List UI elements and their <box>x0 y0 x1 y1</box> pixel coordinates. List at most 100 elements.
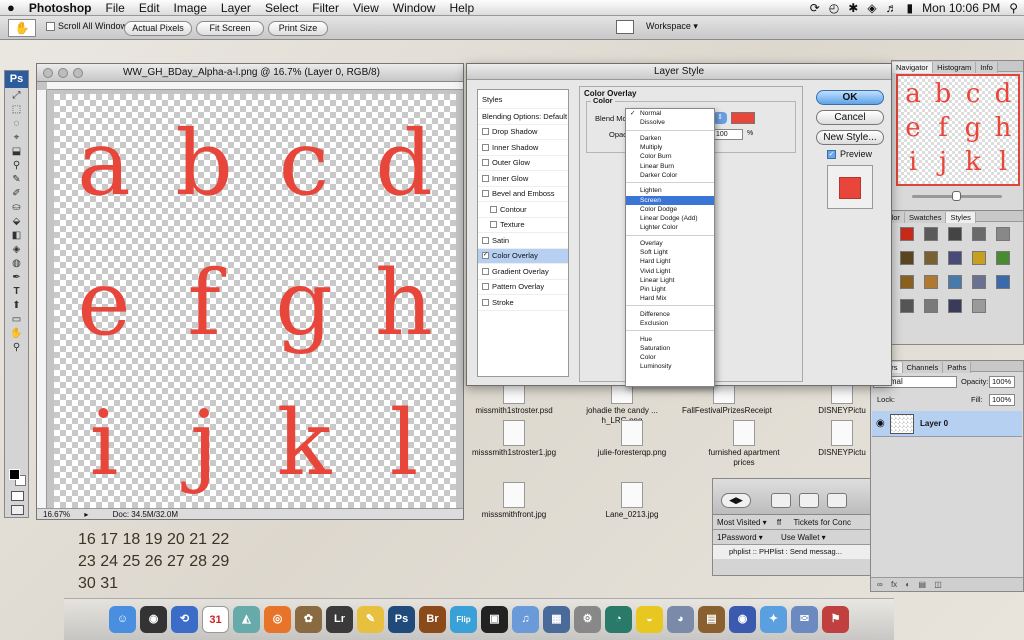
status-arrow-icon[interactable]: ▸ <box>84 510 88 519</box>
app-menu[interactable]: Photoshop <box>22 0 99 16</box>
clone-stamp-tool-icon[interactable]: ⛀ <box>8 201 25 214</box>
menu-edit[interactable]: Edit <box>132 0 167 16</box>
itunes-icon[interactable]: ♫ <box>512 606 539 633</box>
imovie-icon[interactable]: ▣ <box>481 606 508 633</box>
safari-tab[interactable]: phplist :: PHPlist : Send messag... <box>713 545 871 559</box>
blend-color-dodge[interactable]: Color Dodge <box>626 205 714 214</box>
effect-inner-glow[interactable]: Inner Glow <box>478 171 568 187</box>
close-icon[interactable] <box>43 68 53 78</box>
effect-checkbox[interactable] <box>482 174 489 182</box>
bridge-icon[interactable]: Br <box>419 606 446 633</box>
effect-bevel-emboss[interactable]: Bevel and Emboss <box>478 187 568 202</box>
style-swatch[interactable] <box>924 299 938 313</box>
onepassword-button[interactable]: 1Password ▾ <box>717 533 763 542</box>
overlay-color-swatch[interactable] <box>731 112 755 124</box>
mail-icon[interactable]: ✉ <box>791 606 818 633</box>
wallet-button[interactable]: Use Wallet ▾ <box>781 533 826 542</box>
desktop-file[interactable]: furnished apartment prices <box>702 420 786 468</box>
lasso-tool-icon[interactable]: ◌ <box>8 117 25 130</box>
effect-checkbox[interactable] <box>482 283 489 291</box>
canvas[interactable]: a b c d e f g h i j k l <box>54 94 456 508</box>
eraser-tool-icon[interactable]: ◧ <box>8 229 25 242</box>
style-swatch[interactable] <box>900 251 914 265</box>
menu-select[interactable]: Select <box>258 0 305 16</box>
style-swatch[interactable] <box>972 275 986 289</box>
effect-checkbox[interactable] <box>482 298 489 306</box>
preview-icon[interactable]: ◭ <box>233 606 260 633</box>
blend-mode-select[interactable]: ⇕ <box>713 112 727 124</box>
blend-darker-color[interactable]: Darker Color <box>626 171 714 180</box>
effect-checkbox[interactable] <box>482 143 489 151</box>
layer-fill-input[interactable]: 100% <box>989 394 1015 406</box>
style-swatch[interactable] <box>900 227 914 241</box>
ok-button[interactable]: OK <box>816 90 884 105</box>
iphoto-icon[interactable]: ✿ <box>295 606 322 633</box>
blend-darken[interactable]: Darken <box>626 134 714 143</box>
hand-tool-icon[interactable]: ✋ <box>8 327 25 340</box>
new-style-button[interactable]: New Style... <box>816 130 884 145</box>
mask-icon[interactable]: ◐ <box>905 580 910 589</box>
horizontal-ruler[interactable] <box>47 82 463 90</box>
effect-inner-shadow[interactable]: Inner Shadow <box>478 140 568 156</box>
zoom-icon[interactable] <box>73 68 83 78</box>
folder-icon[interactable]: ▤ <box>918 580 926 589</box>
effect-checkbox[interactable] <box>482 190 489 198</box>
monitor-icon[interactable] <box>616 20 634 34</box>
finder-icon[interactable]: ☺ <box>109 606 136 633</box>
most-visited[interactable]: Most Visited ▾ <box>717 518 767 527</box>
ical-icon[interactable]: 31 <box>202 606 229 633</box>
style-swatch[interactable] <box>972 227 986 241</box>
preview-checkbox[interactable]: ✓ <box>827 150 836 159</box>
tab-paths[interactable]: Paths <box>943 362 972 373</box>
tab-styles[interactable]: Styles <box>946 212 976 223</box>
utility-icon[interactable]: ◕ <box>667 606 694 633</box>
add-bookmark-icon[interactable] <box>771 493 791 508</box>
blend-hard-light[interactable]: Hard Light <box>626 257 714 266</box>
zoom-tool-icon[interactable]: ⚲ <box>8 341 25 354</box>
time-machine-icon[interactable]: ◴ <box>829 1 839 15</box>
bookmark-ff[interactable]: ff <box>777 518 781 527</box>
firefox-icon[interactable]: ◎ <box>264 606 291 633</box>
bluetooth-icon[interactable]: ✱ <box>848 1 858 15</box>
desktop-file[interactable]: julie-foresterqp.png <box>590 420 674 458</box>
style-swatch[interactable] <box>924 251 938 265</box>
notebook-icon[interactable]: ▤ <box>698 606 725 633</box>
menu-file[interactable]: File <box>99 0 132 16</box>
quick-mask-icon[interactable] <box>11 491 24 501</box>
actual-pixels-button[interactable]: Actual Pixels <box>124 21 192 36</box>
cyberduck-icon[interactable]: ◒ <box>636 606 663 633</box>
style-swatch[interactable] <box>972 251 986 265</box>
document-title-bar[interactable]: WW_GH_BDay_Alpha-a-l.png @ 16.7% (Layer … <box>37 64 463 82</box>
apple-menu-icon[interactable]: ● <box>0 0 22 16</box>
dashboard-icon[interactable]: ◉ <box>140 606 167 633</box>
blend-color-burn[interactable]: Color Burn <box>626 152 714 161</box>
navigator-thumbnail[interactable]: a b c d e f g h i j k l <box>896 74 1020 186</box>
layer-row[interactable]: ◉ Layer 0 <box>872 411 1022 437</box>
blend-color[interactable]: Color <box>626 353 714 362</box>
menu-image[interactable]: Image <box>167 0 214 16</box>
blending-options[interactable]: Blending Options: Default <box>478 109 568 125</box>
menu-layer[interactable]: Layer <box>214 0 258 16</box>
tab-channels[interactable]: Channels <box>902 362 944 373</box>
effect-drop-shadow[interactable]: Drop Shadow <box>478 125 568 140</box>
cancel-button[interactable]: Cancel <box>816 110 884 125</box>
tab-navigator[interactable]: Navigator <box>892 62 934 73</box>
blend-saturation[interactable]: Saturation <box>626 344 714 353</box>
sync-icon[interactable]: ⟳ <box>810 1 820 15</box>
battery-icon[interactable]: ▮ <box>907 1 914 15</box>
effect-checkbox[interactable] <box>482 128 489 136</box>
pen-tool-icon[interactable]: ✒ <box>8 271 25 284</box>
flip-icon[interactable]: Flip <box>450 606 477 633</box>
safari-icon[interactable]: ✦ <box>760 606 787 633</box>
workspace-menu[interactable]: Workspace ▾ <box>646 21 698 32</box>
slider-thumb[interactable] <box>952 191 961 201</box>
blend-hard-mix[interactable]: Hard Mix <box>626 294 714 303</box>
menu-view[interactable]: View <box>346 0 386 16</box>
desktop-file[interactable]: misssmith1stroster1.jpg <box>472 420 556 458</box>
app-icon[interactable]: ◉ <box>729 606 756 633</box>
blend-screen[interactable]: Screen <box>626 195 714 205</box>
tab-histogram[interactable]: Histogram <box>933 62 977 73</box>
blur-tool-icon[interactable]: ◍ <box>8 257 25 270</box>
blend-soft-light[interactable]: Soft Light <box>626 248 714 257</box>
eye-icon[interactable]: ◉ <box>876 418 885 429</box>
